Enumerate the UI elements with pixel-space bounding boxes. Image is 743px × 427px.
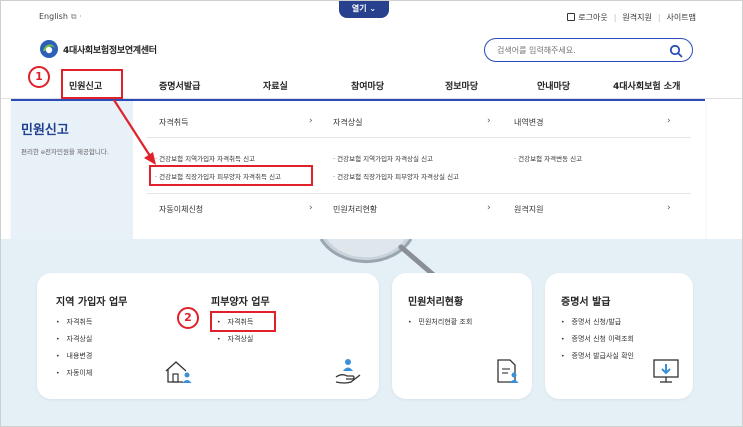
regional-lose-link[interactable]: 자격상실 xyxy=(56,334,93,351)
card-title-regional: 지역 가입자 업무 xyxy=(56,297,128,308)
submenu-regional-acquire[interactable]: · 건강보험 지역가입자 자격취득 신고 xyxy=(155,153,255,163)
service-card-qualification: 지역 가입자 업무 자격취득 자격상실 내용변경 자동이체 피부양자 업무 자격… xyxy=(37,273,379,399)
certificate-task-list: 증명서 신청/발급 증명서 신청 이력조회 증명서 발급사실 확인 xyxy=(561,317,634,368)
menu-history-change[interactable]: 내역변경 xyxy=(514,117,543,128)
mega-menu-description: 편리한 e전자민원을 제공합니다. xyxy=(21,148,109,156)
certificate-history-link[interactable]: 증명서 신청 이력조회 xyxy=(561,334,634,351)
regional-autopay-link[interactable]: 자동이체 xyxy=(56,368,93,385)
external-link-icon: ⧉ · xyxy=(70,12,82,21)
card-title-certificate: 증명서 발급 xyxy=(561,297,611,308)
logout-link[interactable]: 로그아웃 xyxy=(567,12,608,23)
submenu-dependent-lose[interactable]: · 건강보험 직장가입자 피부양자 자격상실 신고 xyxy=(333,171,459,181)
submenu-qualification-change[interactable]: · 건강보험 자격변동 신고 xyxy=(514,153,582,163)
submenu-regional-lose-label: 건강보험 지역가입자 자격상실 신고 xyxy=(337,155,434,163)
logout-label: 로그아웃 xyxy=(578,13,608,22)
regional-task-list: 자격취득 자격상실 내용변경 자동이체 xyxy=(56,317,93,385)
submenu-qualification-change-label: 건강보험 자격변동 신고 xyxy=(518,155,583,163)
regional-change-link[interactable]: 내용변경 xyxy=(56,351,93,368)
mega-menu: 민원신고 편리한 e전자민원을 제공합니다. 자격취득 › 자격상실 › 내역변… xyxy=(11,99,705,239)
nav-resources[interactable]: 자료실 xyxy=(263,79,288,92)
document-person-icon xyxy=(497,359,519,383)
menu-qualification-acquire[interactable]: 자격취득 xyxy=(159,117,188,128)
chevron-right-icon: › xyxy=(667,116,671,126)
utility-links: 로그아웃 | 원격지원 | 사이트맵 xyxy=(567,12,696,23)
service-card-status: 민원처리현황 민원처리현황 조회 xyxy=(392,273,532,399)
menu-qualification-lose[interactable]: 자격상실 xyxy=(333,117,362,128)
mega-menu-title: 민원신고 xyxy=(21,123,69,138)
highlight-dependent-acquire xyxy=(149,165,313,186)
certificate-verify-link[interactable]: 증명서 발급사실 확인 xyxy=(561,351,634,368)
utility-bar: English ⧉ · 열기 ⌄ 로그아웃 | 원격지원 | 사이트맵 xyxy=(1,1,742,31)
menu-complaint-status[interactable]: 민원처리현황 xyxy=(333,204,377,215)
separator: | xyxy=(613,13,617,22)
nav-certificate[interactable]: 증명서발급 xyxy=(159,79,200,92)
chevron-right-icon: › xyxy=(309,203,313,213)
menu-remote-support[interactable]: 원격지원 xyxy=(514,204,543,215)
chevron-right-icon: › xyxy=(309,116,313,126)
site-logo[interactable]: 4대사회보험정보연계센터 xyxy=(39,39,157,59)
service-card-certificate: 증명서 발급 증명서 신청/발급 증명서 신청 이력조회 증명서 발급사실 확인 xyxy=(545,273,693,399)
nav-about[interactable]: 4대사회보험 소개 xyxy=(613,79,680,92)
divider xyxy=(146,137,691,138)
nav-participation[interactable]: 참여마당 xyxy=(351,79,384,92)
highlight-nav-complaint xyxy=(61,69,123,99)
open-menu-label: 열기 xyxy=(351,4,367,13)
hand-person-icon xyxy=(335,359,361,384)
search-box xyxy=(484,38,693,62)
menu-auto-transfer[interactable]: 자동이체신청 xyxy=(159,204,203,215)
submenu-dependent-lose-label: 건강보험 직장가입자 피부양자 자격상실 신고 xyxy=(337,173,460,181)
chevron-right-icon: › xyxy=(667,203,671,213)
monitor-download-icon xyxy=(653,359,679,383)
browser-frame: English ⧉ · 열기 ⌄ 로그아웃 | 원격지원 | 사이트맵 4대사회보… xyxy=(0,0,743,427)
step-badge-1: 1 xyxy=(28,66,50,88)
card-title-status: 민원처리현황 xyxy=(408,297,464,308)
remote-support-link[interactable]: 원격지원 xyxy=(622,12,651,23)
language-label: English xyxy=(39,12,68,21)
separator: | xyxy=(657,13,661,22)
divider xyxy=(146,193,691,194)
step-badge-2: 2 xyxy=(177,307,199,329)
submenu-regional-acquire-label: 건강보험 지역가입자 자격취득 신고 xyxy=(159,155,256,163)
dependent-lose-link[interactable]: 자격상실 xyxy=(217,334,254,351)
submenu-regional-lose[interactable]: · 건강보험 지역가입자 자격상실 신고 xyxy=(333,153,433,163)
logo-text: 4대사회보험정보연계센터 xyxy=(63,45,157,56)
search-input[interactable] xyxy=(497,43,667,57)
regional-acquire-link[interactable]: 자격취득 xyxy=(56,317,93,334)
chevron-right-icon: › xyxy=(487,203,491,213)
card-title-dependent: 피부양자 업무 xyxy=(211,297,270,308)
sitemap-link[interactable]: 사이트맵 xyxy=(667,12,696,23)
open-menu-button[interactable]: 열기 ⌄ xyxy=(339,1,389,18)
nav-information[interactable]: 정보마당 xyxy=(445,79,478,92)
status-inquiry-link[interactable]: 민원처리현황 조회 xyxy=(408,317,473,334)
logo-mark-icon xyxy=(40,40,58,58)
mega-menu-intro: 민원신고 편리한 e전자민원을 제공합니다. xyxy=(11,101,133,239)
chevron-down-icon: ⌄ xyxy=(369,4,377,13)
chevron-right-icon: › xyxy=(487,116,491,126)
house-person-icon xyxy=(165,361,192,383)
highlight-card-dependent-acquire xyxy=(210,311,276,332)
certificate-request-link[interactable]: 증명서 신청/발급 xyxy=(561,317,634,334)
status-task-list: 민원처리현황 조회 xyxy=(408,317,473,334)
logout-icon xyxy=(567,13,576,21)
language-selector[interactable]: English ⧉ · xyxy=(39,12,82,22)
search-icon[interactable] xyxy=(669,44,683,58)
nav-guide[interactable]: 안내마당 xyxy=(537,79,570,92)
